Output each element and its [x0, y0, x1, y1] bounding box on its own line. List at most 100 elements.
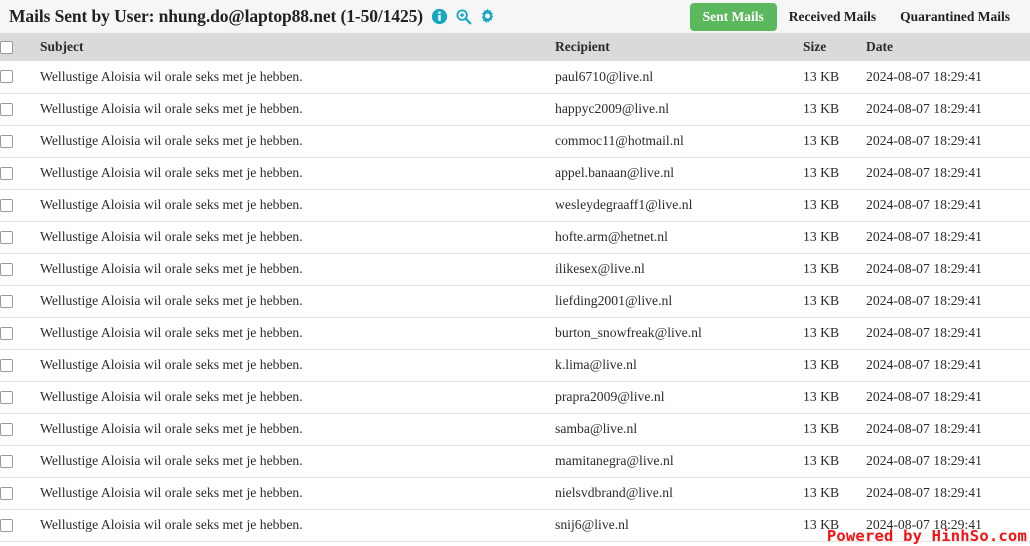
cell-date: 2024-08-07 18:29:41: [866, 133, 982, 148]
cell-recipient: ilikesex@live.nl: [555, 261, 645, 276]
cell-size: 13 KB: [803, 293, 840, 308]
cell-date: 2024-08-07 18:29:41: [866, 101, 982, 116]
row-select-cell: [0, 445, 40, 477]
cell-subject: Wellustige Aloisia wil orale seks met je…: [40, 357, 303, 372]
row-select-cell: [0, 509, 40, 541]
cell-recipient: paul6710@live.nl: [555, 68, 654, 84]
cell-size: 13 KB: [803, 517, 840, 532]
cell-size: 13 KB: [803, 165, 840, 180]
cell-size: 13 KB: [803, 229, 840, 244]
row-checkbox[interactable]: [0, 518, 13, 532]
gear-icon[interactable]: [479, 8, 496, 25]
row-checkbox[interactable]: [0, 230, 13, 244]
table-row[interactable]: Wellustige Aloisia wil orale seks met je…: [0, 381, 1030, 413]
cell-date: 2024-08-07 18:29:41: [866, 517, 982, 532]
info-icon[interactable]: [431, 8, 448, 25]
row-checkbox[interactable]: [0, 294, 13, 308]
cell-date: 2024-08-07 18:29:41: [866, 389, 982, 404]
row-select-cell: [0, 221, 40, 253]
cell-date: 2024-08-07 18:29:41: [866, 357, 982, 372]
table-row[interactable]: Wellustige Aloisia wil orale seks met je…: [0, 157, 1030, 189]
page-title: Mails Sent by User: nhung.do@laptop88.ne…: [9, 6, 423, 26]
cell-date: 2024-08-07 18:29:41: [866, 229, 982, 244]
table-row[interactable]: Wellustige Aloisia wil orale seks met je…: [0, 61, 1030, 93]
row-checkbox[interactable]: [0, 166, 13, 180]
row-select-cell: [0, 285, 40, 317]
cell-size: 13 KB: [803, 421, 840, 436]
row-checkbox[interactable]: [0, 134, 13, 148]
table-row[interactable]: Wellustige Aloisia wil orale seks met je…: [0, 221, 1030, 253]
column-header-subject[interactable]: Subject: [40, 33, 555, 61]
row-checkbox[interactable]: [0, 358, 13, 372]
cell-date: 2024-08-07 18:29:41: [866, 421, 982, 436]
cell-size: 13 KB: [803, 133, 840, 148]
table-body: Wellustige Aloisia wil orale seks met je…: [0, 61, 1030, 541]
cell-subject: Wellustige Aloisia wil orale seks met je…: [40, 133, 303, 148]
tab-sent-mails[interactable]: Sent Mails: [689, 2, 777, 31]
column-header-recipient[interactable]: Recipient: [555, 33, 803, 61]
table-row[interactable]: Wellustige Aloisia wil orale seks met je…: [0, 477, 1030, 509]
cell-subject: Wellustige Aloisia wil orale seks met je…: [40, 421, 303, 436]
row-checkbox[interactable]: [0, 326, 13, 340]
table-row[interactable]: Wellustige Aloisia wil orale seks met je…: [0, 125, 1030, 157]
cell-subject: Wellustige Aloisia wil orale seks met je…: [40, 293, 303, 308]
table-row[interactable]: Wellustige Aloisia wil orale seks met je…: [0, 285, 1030, 317]
cell-subject: Wellustige Aloisia wil orale seks met je…: [40, 485, 303, 500]
mail-log-page: Mails Sent by User: nhung.do@laptop88.ne…: [0, 0, 1030, 546]
cell-date: 2024-08-07 18:29:41: [866, 197, 982, 212]
cell-recipient: samba@live.nl: [555, 421, 638, 436]
cell-subject: Wellustige Aloisia wil orale seks met je…: [40, 197, 303, 212]
cell-date: 2024-08-07 18:29:41: [866, 261, 982, 276]
table-row[interactable]: Wellustige Aloisia wil orale seks met je…: [0, 445, 1030, 477]
cell-subject: Wellustige Aloisia wil orale seks met je…: [40, 261, 303, 276]
cell-recipient: nielsvdbrand@live.nl: [555, 485, 673, 500]
row-checkbox[interactable]: [0, 390, 13, 404]
cell-subject: Wellustige Aloisia wil orale seks met je…: [40, 453, 303, 468]
row-checkbox[interactable]: [0, 486, 13, 500]
cell-recipient: prapra2009@live.nl: [555, 389, 665, 404]
cell-recipient: k.lima@live.nl: [555, 357, 637, 372]
cell-recipient: snij6@live.nl: [555, 517, 629, 532]
table-row[interactable]: Wellustige Aloisia wil orale seks met je…: [0, 93, 1030, 125]
cell-recipient: mamitanegra@live.nl: [555, 453, 674, 468]
row-select-cell: [0, 317, 40, 349]
table-row[interactable]: Wellustige Aloisia wil orale seks met je…: [0, 253, 1030, 285]
row-select-cell: [0, 93, 40, 125]
cell-date: 2024-08-07 18:29:41: [866, 165, 982, 180]
table-head: Subject Recipient Size Date: [0, 33, 1030, 61]
row-select-cell: [0, 253, 40, 285]
tab-quarantined-mails[interactable]: Quarantined Mails: [888, 4, 1022, 30]
cell-subject: Wellustige Aloisia wil orale seks met je…: [40, 68, 303, 84]
row-checkbox[interactable]: [0, 454, 13, 468]
select-all-header: [0, 33, 40, 61]
tab-received-mails[interactable]: Received Mails: [777, 4, 888, 30]
table-row[interactable]: Wellustige Aloisia wil orale seks met je…: [0, 189, 1030, 221]
cell-size: 13 KB: [803, 68, 840, 84]
column-header-date[interactable]: Date: [866, 33, 1030, 61]
row-checkbox[interactable]: [0, 70, 13, 84]
select-all-checkbox[interactable]: [0, 40, 13, 54]
mail-type-tabs: Sent Mails Received Mails Quarantined Ma…: [689, 0, 1022, 33]
cell-recipient: happyc2009@live.nl: [555, 101, 670, 116]
cell-recipient: liefding2001@live.nl: [555, 293, 673, 308]
row-checkbox[interactable]: [0, 102, 13, 116]
column-header-size[interactable]: Size: [803, 33, 866, 61]
header-icon-group: [431, 8, 496, 25]
cell-recipient: wesleydegraaff1@live.nl: [555, 197, 693, 212]
cell-size: 13 KB: [803, 197, 840, 212]
table-header-row: Subject Recipient Size Date: [0, 33, 1030, 61]
row-checkbox[interactable]: [0, 422, 13, 436]
row-checkbox[interactable]: [0, 198, 13, 212]
table-row[interactable]: Wellustige Aloisia wil orale seks met je…: [0, 349, 1030, 381]
cell-size: 13 KB: [803, 325, 840, 340]
cell-date: 2024-08-07 18:29:41: [866, 68, 982, 84]
mails-table: Subject Recipient Size Date Wellustige A…: [0, 33, 1030, 542]
table-row[interactable]: Wellustige Aloisia wil orale seks met je…: [0, 317, 1030, 349]
cell-subject: Wellustige Aloisia wil orale seks met je…: [40, 389, 303, 404]
cell-recipient: hofte.arm@hetnet.nl: [555, 229, 668, 244]
table-row[interactable]: Wellustige Aloisia wil orale seks met je…: [0, 509, 1030, 541]
cell-size: 13 KB: [803, 485, 840, 500]
row-checkbox[interactable]: [0, 262, 13, 276]
table-row[interactable]: Wellustige Aloisia wil orale seks met je…: [0, 413, 1030, 445]
zoom-in-icon[interactable]: [455, 8, 472, 25]
